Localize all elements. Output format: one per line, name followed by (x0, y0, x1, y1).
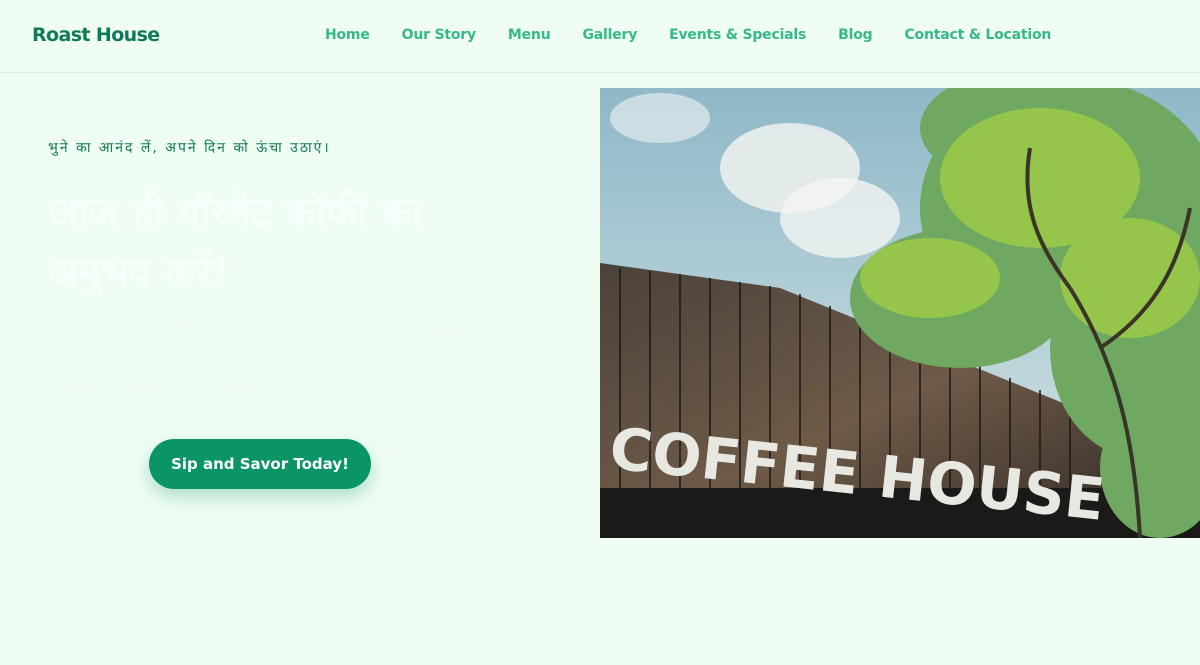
hero-subtext: Contact Roast House for a perfect cup of… (48, 319, 457, 397)
nav-link-home[interactable]: Home (325, 27, 370, 43)
nav-link-our-story[interactable]: Our Story (402, 27, 476, 43)
top-navbar: Roast House Home Our Story Menu Gallery … (0, 0, 1200, 73)
hero-headline: आज ही गॉरमेट कॉफी का अनुभव करें! (48, 190, 423, 296)
brand-logo[interactable]: Roast House (32, 24, 160, 46)
main-nav: Home Our Story Menu Gallery Events & Spe… (325, 27, 1083, 43)
hero-tagline: भुने का आनंद लें, अपने दिन को ऊंचा उठाएं… (48, 140, 331, 156)
nav-link-events-specials[interactable]: Events & Specials (669, 27, 806, 43)
nav-link-blog[interactable]: Blog (838, 27, 873, 43)
nav-link-gallery[interactable]: Gallery (582, 27, 637, 43)
cta-button[interactable]: Sip and Savor Today! (149, 439, 371, 489)
nav-link-menu[interactable]: Menu (508, 27, 551, 43)
nav-link-contact-location[interactable]: Contact & Location (904, 27, 1051, 43)
hero-section: भुने का आनंद लें, अपने दिन को ऊंचा उठाएं… (48, 138, 488, 402)
coffee-house-photo: COFFEE HOUSE (600, 88, 1200, 538)
